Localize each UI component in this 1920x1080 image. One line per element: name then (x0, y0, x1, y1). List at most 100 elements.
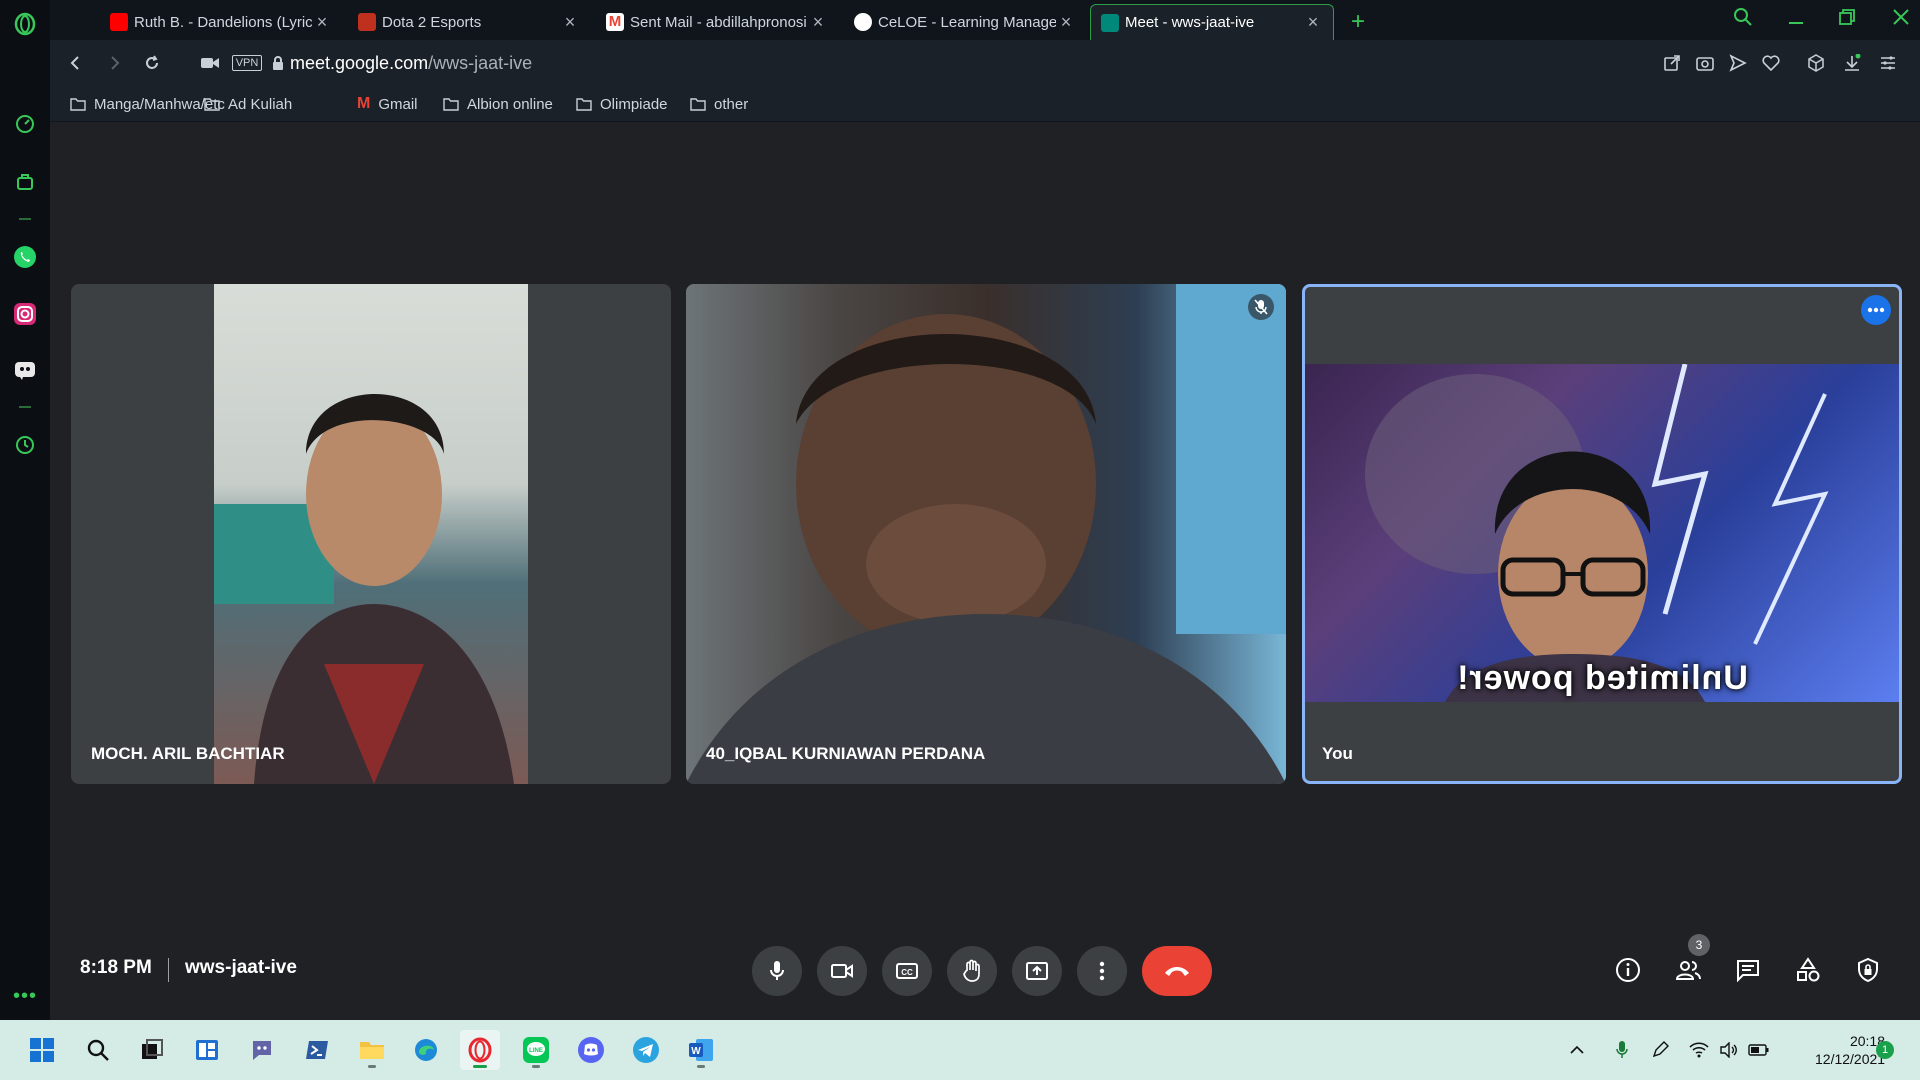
bookmark-gmail[interactable]: M Gmail (357, 94, 418, 114)
camera-snapshot-icon[interactable] (1693, 51, 1717, 75)
discord-sidebar-icon[interactable] (9, 354, 41, 386)
bookmark-folder[interactable]: other (690, 94, 748, 114)
url-field[interactable]: meet.google.com/wws-jaat-ive (290, 48, 1590, 78)
extensions-cube-icon[interactable] (1804, 51, 1828, 75)
volume-icon[interactable] (1716, 1030, 1742, 1070)
dota-icon (358, 13, 376, 31)
send-icon[interactable] (1726, 51, 1750, 75)
search-tabs-icon[interactable] (1732, 6, 1758, 32)
participant-silhouette (214, 394, 514, 784)
close-icon[interactable]: × (1056, 12, 1076, 33)
taskbar-time: 20:18 (1849, 1033, 1885, 1049)
bookmark-folder[interactable]: Manga/Manhwa/etc (70, 94, 225, 114)
shopping-icon[interactable] (9, 166, 41, 198)
close-icon[interactable]: × (808, 12, 828, 33)
wifi-icon[interactable] (1686, 1030, 1712, 1070)
active-indicator (473, 1065, 487, 1068)
activities-button[interactable] (1788, 950, 1828, 990)
easy-setup-icon[interactable] (1876, 51, 1900, 75)
bookmark-heart-icon[interactable] (1759, 51, 1783, 75)
discord-icon[interactable] (571, 1030, 611, 1070)
activities-shapes-icon (1797, 957, 1820, 982)
participant-tile[interactable]: MOCH. ARIL BACHTIAR (71, 284, 671, 784)
telegram-icon[interactable] (626, 1030, 666, 1070)
tab-celoe[interactable]: CeLOE - Learning Managem × (844, 4, 1086, 40)
start-icon[interactable] (22, 1030, 62, 1070)
history-icon[interactable] (9, 429, 41, 461)
leave-call-button[interactable] (1142, 946, 1212, 996)
svg-text:CC: CC (901, 968, 913, 977)
bookmark-folder[interactable]: Albion online (443, 94, 553, 114)
host-controls-button[interactable] (1848, 950, 1888, 990)
close-window-icon[interactable] (1890, 6, 1916, 32)
close-icon[interactable]: × (560, 12, 580, 33)
speed-dial-icon[interactable] (9, 108, 41, 140)
download-icon[interactable] (1840, 51, 1864, 75)
new-tab-button[interactable]: + (1340, 4, 1376, 40)
more-options-button[interactable] (1077, 946, 1127, 996)
file-explorer-icon[interactable] (352, 1030, 392, 1070)
word-icon[interactable]: W (681, 1030, 721, 1070)
raise-hand-button[interactable] (947, 946, 997, 996)
snapshot-share-icon[interactable] (1660, 51, 1684, 75)
taskbar-date: 12/12/2021 (1815, 1051, 1886, 1067)
opera-taskbar-icon[interactable] (460, 1030, 500, 1070)
bookmark-folder[interactable]: Ad Kuliah (204, 94, 292, 114)
meeting-details-button[interactable] (1608, 950, 1648, 990)
tab-title: CeLOE - Learning Managem (878, 13, 1056, 31)
people-icon (1675, 961, 1701, 980)
tab-bar: Ruth B. - Dandelions (Lyrics × Dota 2 Es… (50, 0, 1920, 40)
reload-icon[interactable] (140, 51, 164, 75)
tab-youtube[interactable]: Ruth B. - Dandelions (Lyrics × (100, 4, 342, 40)
celoe-icon (854, 13, 872, 31)
participant-name: MOCH. ARIL BACHTIAR (91, 744, 285, 763)
close-icon[interactable]: × (312, 12, 332, 33)
restore-icon[interactable] (1836, 6, 1862, 32)
search-icon[interactable] (78, 1030, 118, 1070)
microphone-button[interactable] (752, 946, 802, 996)
microphone-tray-icon[interactable] (1610, 1030, 1634, 1070)
pen-icon[interactable] (1648, 1030, 1672, 1070)
back-icon[interactable] (64, 51, 88, 75)
vpn-badge[interactable]: VPN (230, 51, 264, 75)
captions-button[interactable]: CC (882, 946, 932, 996)
task-view-icon[interactable] (132, 1030, 172, 1070)
participant-silhouette (686, 284, 1286, 784)
whatsapp-icon[interactable] (9, 241, 41, 273)
edge-icon[interactable] (406, 1030, 446, 1070)
more-options-icon[interactable] (1861, 295, 1891, 325)
people-button[interactable]: 3 (1668, 934, 1710, 990)
teams-chat-icon[interactable] (242, 1030, 282, 1070)
powershell-icon[interactable] (297, 1030, 337, 1070)
opera-logo-icon[interactable] (9, 8, 41, 40)
line-icon[interactable]: LINE (516, 1030, 556, 1070)
tab-meet[interactable]: Meet - wws-jaat-ive × (1090, 4, 1334, 40)
tab-gmail[interactable]: M Sent Mail - abdillahpronosi × (596, 4, 838, 40)
svg-text:LINE: LINE (529, 1048, 543, 1054)
meet-stage: MOCH. ARIL BACHTIAR 40_IQBAL KURNIAWAN P… (50, 122, 1920, 1020)
camera-indicator-icon[interactable] (198, 51, 222, 75)
taskbar-clock[interactable]: 20:18 12/12/2021 (1815, 1032, 1885, 1068)
self-tile[interactable]: Unlimited power! You (1302, 284, 1902, 784)
folder-icon (204, 98, 220, 111)
widgets-icon[interactable] (187, 1030, 227, 1070)
forward-icon[interactable] (102, 51, 126, 75)
chat-button[interactable] (1728, 950, 1768, 990)
tab-title: Meet - wws-jaat-ive (1125, 14, 1255, 31)
instagram-icon[interactable] (9, 298, 41, 330)
lock-icon[interactable] (266, 51, 290, 75)
minimize-icon[interactable] (1785, 6, 1811, 32)
vpn-label: VPN (231, 55, 263, 71)
gmail-icon: M (606, 13, 624, 31)
bookmark-folder[interactable]: Olimpiade (576, 94, 668, 114)
camera-button[interactable] (817, 946, 867, 996)
present-screen-button[interactable] (1012, 946, 1062, 996)
show-hidden-icons-chevron-up-icon[interactable] (1565, 1030, 1589, 1070)
notification-badge[interactable]: 1 (1876, 1041, 1894, 1059)
participant-tile[interactable]: 40_IQBAL KURNIAWAN PERDANA (686, 284, 1286, 784)
bookmark-label: Ad Kuliah (228, 95, 293, 113)
tab-dota[interactable]: Dota 2 Esports × (348, 4, 590, 40)
battery-icon[interactable] (1746, 1030, 1772, 1070)
close-icon[interactable]: × (1303, 12, 1323, 33)
sidebar-more-icon[interactable]: ••• (9, 980, 41, 1012)
